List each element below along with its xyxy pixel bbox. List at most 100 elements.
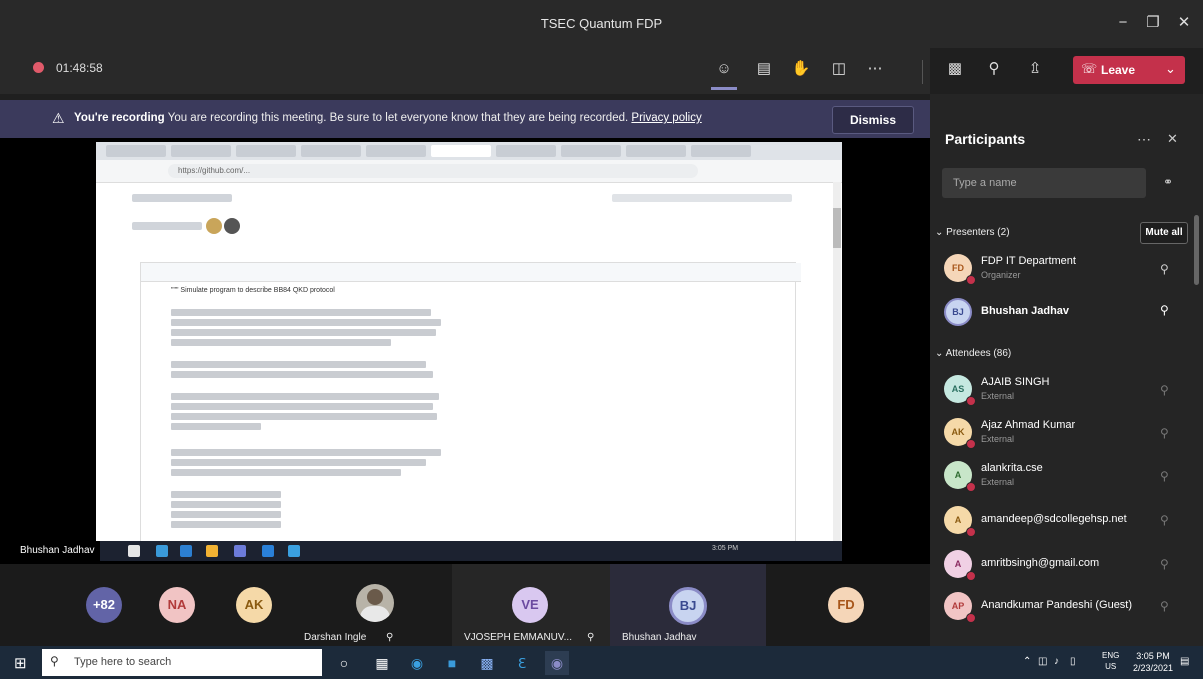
participant-name[interactable]: amritbsingh@gmail.com [981,557,1099,569]
store-icon[interactable]: ▩ [475,651,499,675]
share-invite-icon[interactable]: ⚭ [1163,175,1173,189]
edge-browser-icon[interactable]: ◉ [405,651,429,675]
mic-muted-icon[interactable]: ⚲ [1160,262,1169,276]
shared-app-icon [288,545,300,557]
overflow-count[interactable]: +82 [86,587,122,623]
file-explorer-icon[interactable]: ■ [440,651,464,675]
browser-tab [366,145,426,157]
banner-text: You're recording You are recording this … [74,112,702,124]
shared-app-icon [206,545,218,557]
participants-active-indicator [711,87,737,90]
browser-tab-strip [96,142,842,160]
volume-icon[interactable]: ♪ [1054,656,1059,667]
participant-name[interactable]: Anandkumar Pandeshi (Guest) [981,599,1132,611]
status-dot [966,613,976,623]
cortana-icon[interactable]: ○ [332,651,356,675]
language-indicator[interactable]: ENG US [1102,650,1119,672]
attendees-section-header[interactable]: ⌄ Attendees (86) [935,348,1011,359]
code-line [171,403,433,410]
teams-icon[interactable]: ◉ [545,651,569,675]
browser-tab [626,145,686,157]
leave-label: Leave [1101,63,1136,77]
mic-muted-icon[interactable]: ⚲ [981,56,1007,82]
taskbar-search-placeholder: Type here to search [74,656,172,668]
gallery-avatar-ak[interactable]: AK [236,587,272,623]
mic-muted-icon[interactable]: ⚲ [1160,557,1169,571]
shared-screen: https://github.com/... """ Simulate prog… [96,142,842,542]
code-line [171,413,437,420]
participant-name[interactable]: alankrita.cse [981,462,1043,474]
internet-explorer-icon[interactable]: ℇ [510,651,534,675]
participants-toggle-icon[interactable]: ☺ [711,56,737,82]
dismiss-button[interactable]: Dismiss [832,106,914,134]
tile-mic-icon: ⚲ [587,632,595,643]
breakout-rooms-icon[interactable]: ◫ [826,56,852,82]
participant-name[interactable]: amandeep@sdcollegehsp.net [981,513,1127,525]
leave-button[interactable]: ☏ Leave ⌄ [1073,56,1185,84]
camera-off-icon[interactable]: ▩ [942,56,968,82]
minimize-button[interactable]: − [1111,12,1135,34]
code-line [171,521,281,528]
mic-muted-icon[interactable]: ⚲ [1160,469,1169,483]
network-icon[interactable]: ◫ [1038,656,1047,667]
mic-muted-icon[interactable]: ⚲ [1160,383,1169,397]
code-line [171,393,439,400]
code-line [171,459,426,466]
maximize-button[interactable]: ❐ [1141,12,1165,34]
mic-muted-icon[interactable]: ⚲ [1160,599,1169,613]
shared-app-icon [234,545,246,557]
share-screen-icon[interactable]: ⇫ [1022,56,1048,82]
toolbar-divider [922,60,923,84]
banner-message: You are recording this meeting. Be sure … [167,112,629,124]
windows-start-icon[interactable]: ⊞ [14,654,27,672]
battery-icon[interactable]: ▯ [1070,656,1076,667]
browser-tab [691,145,751,157]
participants-title: Participants [945,131,1026,147]
code-line [171,309,431,316]
code-line [171,501,281,508]
close-window-button[interactable]: ✕ [1172,12,1196,34]
raise-hand-icon[interactable]: ✋ [788,56,814,82]
task-view-icon[interactable]: ▦ [370,651,394,675]
more-options-icon[interactable]: ⋯ [1137,131,1151,148]
chat-icon[interactable]: ▤ [751,56,777,82]
taskbar-clock[interactable]: 3:05 PM 2/23/2021 [1133,650,1173,674]
status-dot [966,527,976,537]
close-icon[interactable]: ✕ [1167,131,1178,147]
more-actions-icon[interactable]: ⋯ [862,56,888,82]
participant-name[interactable]: AJAIB SINGH [981,376,1049,388]
participant-search-placeholder: Type a name [953,177,1017,189]
privacy-policy-link[interactable]: Privacy policy [631,112,701,124]
mic-icon[interactable]: ⚲ [1160,303,1169,317]
gallery-avatar-na[interactable]: NA [159,587,195,623]
participant-role: Organizer [981,270,1021,280]
meeting-timer: 01:48:58 [56,61,103,75]
code-line [171,449,441,456]
tray-chevron-icon[interactable]: ⌃ [1023,656,1031,667]
participant-name[interactable]: Ajaz Ahmad Kumar [981,419,1075,431]
participant-role: External [981,391,1015,401]
participant-name[interactable]: Bhushan Jadhav [981,305,1069,317]
mic-muted-icon[interactable]: ⚲ [1160,513,1169,527]
browser-tab [106,145,166,157]
browser-tab [561,145,621,157]
gallery-photo-avatar[interactable] [356,584,394,622]
mute-all-button[interactable]: Mute all [1140,222,1188,244]
shared-app-icon [180,545,192,557]
sharer-name-label: Bhushan Jadhav [20,541,100,561]
notifications-icon[interactable]: ▤ [1180,656,1189,667]
mic-muted-icon[interactable]: ⚲ [1160,426,1169,440]
code-line [171,329,436,336]
participant-name[interactable]: FDP IT Department [981,255,1076,267]
chevron-down-icon[interactable]: ⌄ [1165,61,1176,77]
status-dot [966,571,976,581]
browser-tab-active [431,145,491,157]
browser-scroll-thumb[interactable] [833,208,841,248]
presenters-section-header[interactable]: ⌄ Presenters (2) [935,227,1010,238]
gallery-avatar-bj[interactable]: BJ [669,587,707,625]
tile-mic-icon: ⚲ [386,632,394,643]
gallery-avatar-ve[interactable]: VE [512,587,548,623]
gallery-avatar-fd[interactable]: FD [828,587,864,623]
participants-scrollbar[interactable] [1194,215,1199,285]
attendees-header: Attendees (86) [945,348,1012,359]
